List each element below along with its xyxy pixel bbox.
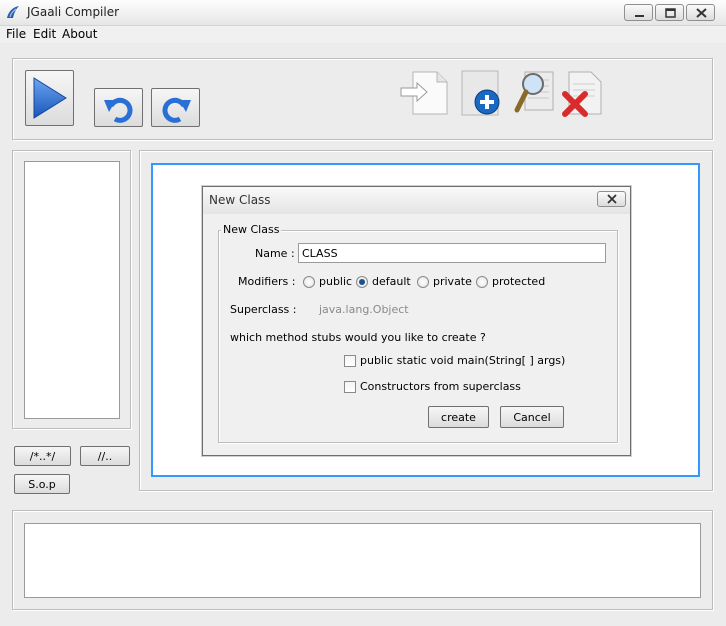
- radio-public-label[interactable]: public: [319, 275, 352, 288]
- undo-icon: [103, 97, 132, 123]
- radio-protected-label[interactable]: protected: [492, 275, 545, 288]
- undo-button[interactable]: [94, 88, 143, 127]
- menu-file[interactable]: File: [6, 26, 26, 42]
- radio-public[interactable]: [303, 276, 315, 288]
- radio-default-label[interactable]: default: [372, 275, 411, 288]
- name-label: Name :: [255, 247, 295, 260]
- constructor-stub-label[interactable]: Constructors from superclass: [360, 380, 521, 393]
- redo-icon: [162, 97, 191, 123]
- line-comment-button[interactable]: //..: [80, 446, 130, 466]
- outline-list[interactable]: [24, 161, 120, 419]
- maximize-button[interactable]: [655, 4, 684, 21]
- group-label: New Class: [221, 223, 282, 236]
- superclass-value: java.lang.Object: [319, 303, 409, 316]
- create-button[interactable]: create: [428, 406, 489, 428]
- close-window-button[interactable]: [686, 4, 715, 21]
- radio-protected[interactable]: [476, 276, 488, 288]
- delete-document-icon[interactable]: [561, 68, 605, 118]
- new-file-icon[interactable]: [399, 68, 451, 118]
- class-name-input[interactable]: [298, 243, 606, 263]
- maximize-icon: [665, 8, 676, 18]
- main-stub-checkbox[interactable]: [344, 355, 356, 367]
- run-button[interactable]: [25, 70, 74, 126]
- dialog-close-button[interactable]: [597, 191, 626, 207]
- menu-bar: [0, 26, 726, 43]
- minimize-icon: [635, 15, 644, 17]
- block-comment-button[interactable]: /*..*/: [14, 446, 71, 466]
- dialog-title: New Class: [209, 193, 271, 207]
- main-stub-label[interactable]: public static void main(String[ ] args): [360, 354, 565, 367]
- play-icon: [33, 77, 67, 119]
- radio-private[interactable]: [417, 276, 429, 288]
- stubs-question: which method stubs would you like to cre…: [230, 331, 486, 344]
- cancel-button[interactable]: Cancel: [500, 406, 564, 428]
- add-document-icon[interactable]: [459, 68, 503, 118]
- sop-button[interactable]: S.o.p: [14, 474, 70, 494]
- new-class-dialog: New Class New Class Name : Modifiers : p…: [202, 186, 631, 456]
- redo-button[interactable]: [151, 88, 200, 127]
- radio-default[interactable]: [356, 276, 368, 288]
- magnifier-document-icon[interactable]: [513, 68, 557, 118]
- close-icon: [606, 194, 617, 204]
- modifiers-label: Modifiers :: [238, 275, 296, 288]
- app-logo-icon: [7, 6, 19, 18]
- close-icon: [696, 8, 707, 18]
- console-output[interactable]: [24, 523, 701, 598]
- constructor-stub-checkbox[interactable]: [344, 381, 356, 393]
- menu-edit[interactable]: Edit: [33, 26, 56, 42]
- superclass-label: Superclass :: [230, 303, 297, 316]
- window-title: JGaali Compiler: [27, 5, 120, 19]
- radio-private-label[interactable]: private: [433, 275, 472, 288]
- menu-about[interactable]: About: [62, 26, 97, 42]
- minimize-button[interactable]: [624, 4, 653, 21]
